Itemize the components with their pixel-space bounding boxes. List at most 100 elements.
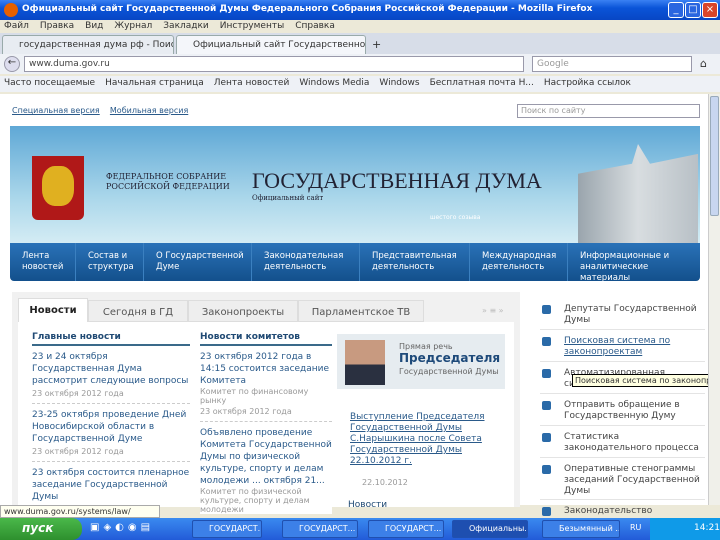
tab-today[interactable]: Сегодня в ГД bbox=[88, 300, 188, 322]
window-title: Официальный сайт Государственной Думы Фе… bbox=[22, 4, 593, 14]
quick-launch-icons[interactable]: ▣◈◐◉▤ bbox=[90, 522, 154, 533]
sidebar-statistics[interactable]: Статистика законодательного процесса bbox=[540, 432, 705, 458]
nav-composition[interactable]: Состав и структура bbox=[76, 243, 144, 281]
system-tray: 14:21 bbox=[650, 518, 720, 540]
home-icon[interactable]: ⌂ bbox=[700, 57, 707, 70]
bookmark[interactable]: Лента новостей bbox=[214, 78, 290, 88]
menu-help[interactable]: Справка bbox=[295, 21, 335, 31]
special-version-link[interactable]: Специальная версия bbox=[12, 106, 100, 115]
news-link[interactable]: Объявлено проведение Комитета Государств… bbox=[200, 427, 332, 487]
tab-news[interactable]: Новости bbox=[18, 298, 88, 322]
scrollbar-thumb[interactable] bbox=[710, 96, 719, 216]
speech-link[interactable]: Выступление Председателя Государственной… bbox=[350, 412, 500, 467]
bookmark[interactable]: Бесплатная почта H... bbox=[430, 78, 534, 88]
news-link[interactable]: 23 октября 2012 года в 14:15 состоится з… bbox=[200, 351, 332, 387]
clock: 14:21 bbox=[694, 523, 720, 533]
tab-parliament-tv[interactable]: Парламентское ТВ bbox=[298, 300, 424, 322]
taskbar-task[interactable]: Безымянный ... bbox=[542, 520, 620, 538]
tab-duma[interactable]: Официальный сайт Государственной ... × bbox=[176, 35, 366, 54]
back-button[interactable]: ← bbox=[4, 56, 20, 72]
site-search-placeholder: Поиск по сайту bbox=[521, 106, 586, 115]
close-button[interactable]: × bbox=[702, 2, 718, 18]
site-banner: ФЕДЕРАЛЬНОЕ СОБРАНИЕ РОССИЙСКОЙ ФЕДЕРАЦИ… bbox=[10, 126, 700, 243]
speech-date: 22.10.2012 bbox=[362, 478, 408, 487]
banner-title: ГОСУДАРСТВЕННАЯ ДУМА bbox=[252, 168, 542, 193]
menu-bar: Файл Правка Вид Журнал Закладки Инструменты Сп… bbox=[0, 20, 720, 33]
taskbar-task[interactable]: ГОСУДАРСТ... bbox=[192, 520, 262, 538]
sidebar-deputies[interactable]: Депутаты Государственной Думы bbox=[540, 304, 705, 330]
minimize-button[interactable]: _ bbox=[668, 2, 684, 18]
news-source: Комитет по физической культуре, спорту и… bbox=[200, 487, 310, 514]
taskbar-task[interactable]: ГОСУДАРСТ... bbox=[282, 520, 358, 538]
tab-bills[interactable]: Законопроекты bbox=[188, 300, 298, 322]
window-title-bar: Официальный сайт Государственной Думы Фе… bbox=[0, 0, 720, 20]
sidebar-label: Депутаты Государственной Думы bbox=[564, 304, 697, 325]
nav-news-feed[interactable]: Лента новостей bbox=[10, 243, 76, 281]
news-link[interactable]: 23 октября состоится пленарное заседание… bbox=[32, 467, 190, 503]
sidebar-appeal[interactable]: Отправить обращение в Государственную Ду… bbox=[540, 400, 705, 426]
sidebar: Депутаты Государственной Думы Поисковая … bbox=[530, 292, 706, 516]
menu-history[interactable]: Журнал bbox=[114, 21, 152, 31]
task-label: Официальны... bbox=[469, 524, 528, 533]
task-label: ГОСУДАРСТ... bbox=[299, 524, 356, 533]
banner-subtitle: Официальный сайт bbox=[252, 194, 324, 202]
banner-convocation: шестого созыва bbox=[430, 214, 481, 221]
news-link[interactable]: 23-25 октября проведение Дней Новосибирс… bbox=[32, 409, 190, 445]
menu-bookmarks[interactable]: Закладки bbox=[163, 21, 209, 31]
mobile-version-link[interactable]: Мобильная версия bbox=[110, 106, 188, 115]
start-button[interactable]: пуск bbox=[0, 518, 82, 540]
nav-information[interactable]: Информационные и аналитические материалы bbox=[568, 243, 700, 283]
committee-news-heading: Новости комитетов bbox=[200, 332, 332, 346]
nav-representative[interactable]: Представительная деятельность bbox=[360, 243, 470, 281]
main-news: Главные новости 23 и 24 октября Государс… bbox=[32, 332, 190, 503]
main-news-heading: Главные новости bbox=[32, 332, 190, 346]
language-indicator[interactable]: RU bbox=[630, 523, 641, 532]
url-bar[interactable]: www.duma.gov.ru bbox=[24, 56, 524, 72]
nav-legislative[interactable]: Законодательная деятельность bbox=[252, 243, 360, 281]
law-icon bbox=[542, 507, 551, 516]
sidebar-label: Законодательство bbox=[564, 506, 653, 516]
nav-international[interactable]: Международная деятельность bbox=[470, 243, 568, 281]
sidebar-legislation[interactable]: Законодательство bbox=[540, 506, 705, 518]
speech-line3: Государственной Думы bbox=[399, 367, 499, 376]
system-icon bbox=[542, 369, 551, 378]
sidebar-bill-search[interactable]: Поисковая система по законопроектам bbox=[540, 336, 705, 362]
sidebar-label: Оперативные стенограммы заседаний Госуда… bbox=[564, 464, 700, 496]
menu-tools[interactable]: Инструменты bbox=[220, 21, 284, 31]
banner-org: ФЕДЕРАЛЬНОЕ СОБРАНИЕ РОССИЙСКОЙ ФЕДЕРАЦИ… bbox=[106, 172, 230, 191]
news-link[interactable]: 23 и 24 октября Государственная Дума рас… bbox=[32, 351, 190, 387]
search-bar[interactable]: Google bbox=[532, 56, 692, 72]
taskbar-task[interactable]: ГОСУДАРСТ... bbox=[368, 520, 444, 538]
maximize-button[interactable]: □ bbox=[685, 2, 701, 18]
news-source: Комитет по финансовому рынку bbox=[200, 387, 309, 405]
bookmark[interactable]: Windows Media bbox=[299, 78, 369, 88]
sidebar-label: Отправить обращение в Государственную Ду… bbox=[564, 400, 680, 421]
menu-edit[interactable]: Правка bbox=[40, 21, 74, 31]
site-search-input[interactable]: Поиск по сайту bbox=[517, 104, 700, 118]
bookmark[interactable]: Начальная страница bbox=[105, 78, 204, 88]
news-heading: Новости bbox=[348, 500, 388, 510]
menu-view[interactable]: Вид bbox=[85, 21, 103, 31]
chart-icon bbox=[542, 433, 551, 442]
speech-card[interactable]: Прямая речь Председателя Государственной… bbox=[337, 334, 505, 389]
search-icon bbox=[542, 337, 551, 346]
taskbar: пуск ▣◈◐◉▤ ГОСУДАРСТ... ГОСУДАРСТ... ГОС… bbox=[0, 518, 720, 540]
vertical-scrollbar[interactable] bbox=[708, 94, 720, 505]
bookmark[interactable]: Настройка ссылок bbox=[544, 78, 631, 88]
new-tab-button[interactable]: + bbox=[372, 38, 381, 51]
rss-icon[interactable]: » ≡ » bbox=[482, 306, 504, 315]
coat-of-arms-logo bbox=[32, 156, 84, 220]
news-date: 23 октября 2012 года bbox=[200, 407, 292, 416]
sidebar-transcripts[interactable]: Оперативные стенограммы заседаний Госуда… bbox=[540, 464, 705, 500]
menu-file[interactable]: Файл bbox=[4, 21, 29, 31]
status-url: www.duma.gov.ru/systems/law/ bbox=[0, 505, 160, 518]
bookmark[interactable]: Часто посещаемые bbox=[4, 78, 95, 88]
tab-google-search[interactable]: государственная дума рф - Поиск в Go... bbox=[2, 35, 174, 54]
sidebar-label: Статистика законодательного процесса bbox=[564, 432, 699, 453]
duma-building-image bbox=[578, 144, 698, 243]
tab-label: Официальный сайт Государственной ... bbox=[193, 40, 366, 50]
nav-about[interactable]: О Государственной Думе bbox=[144, 243, 252, 281]
news-panel: Новости Сегодня в ГД Законопроекты Парла… bbox=[12, 292, 520, 514]
bookmark[interactable]: Windows bbox=[379, 78, 419, 88]
taskbar-task-active[interactable]: Официальны... bbox=[452, 520, 528, 538]
